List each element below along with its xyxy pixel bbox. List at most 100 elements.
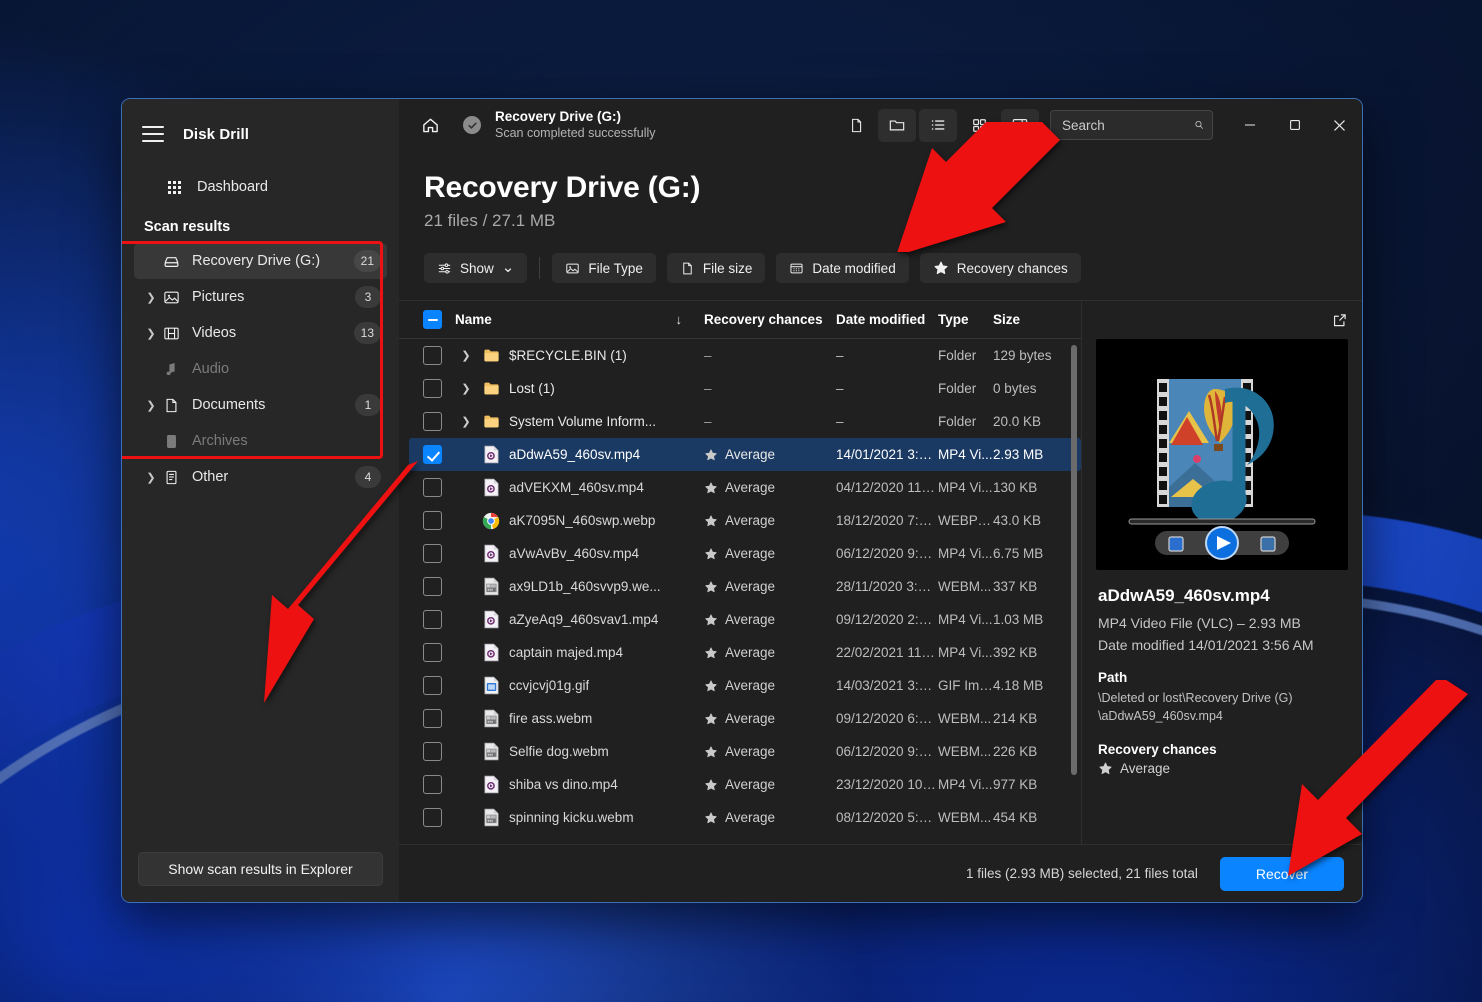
divider xyxy=(539,257,541,279)
table-row[interactable]: spinning kicku.webm Average 08/12/2020 5:1… xyxy=(409,801,1081,834)
table-row[interactable]: ❯ System Volume Inform... – – Folder 20.0 KB xyxy=(409,405,1081,438)
search-input[interactable] xyxy=(1062,117,1194,133)
file-type-filter-button[interactable]: File Type xyxy=(552,253,656,283)
file-size-filter-button[interactable]: File size xyxy=(666,253,766,283)
column-header-type[interactable]: Type xyxy=(938,312,993,327)
column-header-size[interactable]: Size xyxy=(993,312,1081,327)
select-all-checkbox-cell[interactable] xyxy=(409,310,455,329)
chevron-right-icon[interactable]: ❯ xyxy=(144,399,158,412)
row-checkbox-cell[interactable] xyxy=(409,511,455,530)
row-checkbox[interactable] xyxy=(422,445,442,464)
sidebar-item-pictures[interactable]: ❯ Pictures 3 xyxy=(134,279,387,315)
table-row[interactable]: ax9LD1b_460svvp9.we... Average 28/11/2020 … xyxy=(409,570,1081,603)
chevron-right-icon[interactable]: ❯ xyxy=(455,382,477,395)
document-icon xyxy=(158,397,184,414)
cell-size: 392 KB xyxy=(993,645,1038,660)
table-row[interactable]: fire ass.webm Average 09/12/2020 6:48... WE… xyxy=(409,702,1081,735)
row-checkbox[interactable] xyxy=(422,379,442,398)
row-checkbox-cell[interactable] xyxy=(409,445,455,464)
row-checkbox[interactable] xyxy=(422,544,442,563)
open-external-icon[interactable] xyxy=(1331,312,1348,329)
maximize-button[interactable] xyxy=(1272,103,1317,147)
close-button[interactable] xyxy=(1317,103,1362,147)
row-checkbox-cell[interactable] xyxy=(409,544,455,563)
row-checkbox-cell[interactable] xyxy=(409,775,455,794)
row-checkbox[interactable] xyxy=(422,742,442,761)
row-checkbox-cell[interactable] xyxy=(409,808,455,827)
chevron-right-icon[interactable]: ❯ xyxy=(144,327,158,340)
table-row[interactable]: ❯ $RECYCLE.BIN (1) – – Folder 129 bytes xyxy=(409,339,1081,372)
column-header-date-modified[interactable]: Date modified xyxy=(836,312,938,327)
row-checkbox[interactable] xyxy=(422,643,442,662)
row-checkbox[interactable] xyxy=(422,676,442,695)
chevron-right-icon[interactable]: ❯ xyxy=(455,415,477,428)
row-checkbox-cell[interactable] xyxy=(409,676,455,695)
sidebar-item-documents[interactable]: ❯ Documents 1 xyxy=(134,387,387,423)
row-checkbox[interactable] xyxy=(422,478,442,497)
chevron-right-icon[interactable]: ❯ xyxy=(455,349,477,362)
file-list-scrollbar[interactable] xyxy=(1071,345,1077,838)
row-checkbox-cell[interactable] xyxy=(409,577,455,596)
minimize-button[interactable] xyxy=(1227,103,1272,147)
row-checkbox[interactable] xyxy=(422,511,442,530)
preview-pane-icon[interactable] xyxy=(1001,108,1039,142)
folder-icon[interactable] xyxy=(878,108,916,142)
row-checkbox-cell[interactable] xyxy=(409,379,455,398)
sidebar-item-archives[interactable]: Archives xyxy=(134,423,387,459)
row-checkbox[interactable] xyxy=(422,775,442,794)
star-icon xyxy=(705,613,717,625)
scrollbar-thumb[interactable] xyxy=(1071,345,1077,775)
sidebar-item-audio[interactable]: Audio xyxy=(134,351,387,387)
row-checkbox[interactable] xyxy=(422,709,442,728)
chevron-right-icon[interactable]: ❯ xyxy=(144,471,158,484)
sidebar-item-recovery-drive[interactable]: Recovery Drive (G:) 21 xyxy=(134,243,387,279)
list-view-icon[interactable] xyxy=(919,108,957,142)
hamburger-icon[interactable] xyxy=(140,121,166,147)
table-row[interactable]: Selfie dog.webm Average 06/12/2020 9:52...… xyxy=(409,735,1081,768)
row-checkbox-cell[interactable] xyxy=(409,610,455,629)
recovery-chances-filter-button[interactable]: Recovery chances xyxy=(919,253,1081,283)
column-header-recovery-chances[interactable]: Recovery chances xyxy=(704,312,836,327)
page-subtitle: 21 files / 27.1 MB xyxy=(424,211,556,230)
row-checkbox[interactable] xyxy=(422,346,442,365)
column-header-name[interactable]: Name ↓ xyxy=(455,312,704,327)
date-modified-filter-button[interactable]: Date modified xyxy=(776,253,909,283)
row-checkbox-cell[interactable] xyxy=(409,742,455,761)
row-checkbox-cell[interactable] xyxy=(409,346,455,365)
film-icon xyxy=(158,325,184,342)
row-checkbox-cell[interactable] xyxy=(409,643,455,662)
row-checkbox-cell[interactable] xyxy=(409,709,455,728)
sidebar-item-videos[interactable]: ❯ Videos 13 xyxy=(134,315,387,351)
row-checkbox-cell[interactable] xyxy=(409,412,455,431)
table-row[interactable]: shiba vs dino.mp4 Average 23/12/2020 10:4.… xyxy=(409,768,1081,801)
show-scan-results-in-explorer-button[interactable]: Show scan results in Explorer xyxy=(138,852,383,886)
row-checkbox[interactable] xyxy=(422,412,442,431)
show-filter-button[interactable]: Show ⌄ xyxy=(424,253,528,283)
table-row[interactable]: adVEKXM_460sv.mp4 Average 04/12/2020 11:1.… xyxy=(409,471,1081,504)
row-checkbox[interactable] xyxy=(422,577,442,596)
table-row[interactable]: ccvjcvj01g.gif Average 14/03/2021 3:07... G… xyxy=(409,669,1081,702)
page-title: Recovery Drive (G:) xyxy=(424,171,701,204)
sidebar-item-other[interactable]: ❯ Other 4 xyxy=(134,459,387,495)
table-row[interactable]: ❯ Lost (1) – – Folder 0 bytes xyxy=(409,372,1081,405)
row-checkbox[interactable] xyxy=(422,808,442,827)
search-input-container[interactable] xyxy=(1050,110,1213,140)
preview-path-line-1: \Deleted or lost\Recovery Drive (G) xyxy=(1098,691,1293,705)
chevron-right-icon[interactable]: ❯ xyxy=(144,291,158,304)
picture-icon xyxy=(158,289,184,306)
table-row[interactable]: aDdwA59_460sv.mp4 Average 14/01/2021 3:56.… xyxy=(409,438,1081,471)
select-all-checkbox[interactable] xyxy=(422,310,442,329)
table-row[interactable]: aVwAvBv_460sv.mp4 Average 06/12/2020 9:55.… xyxy=(409,537,1081,570)
table-row[interactable]: aZyeAq9_460svav1.mp4 Average 09/12/2020 2:… xyxy=(409,603,1081,636)
sidebar-item-dashboard[interactable]: Dashboard xyxy=(134,171,387,203)
row-checkbox[interactable] xyxy=(422,610,442,629)
table-row[interactable]: aK7095N_460swp.webp Average 18/12/2020 7:4… xyxy=(409,504,1081,537)
new-file-icon[interactable] xyxy=(837,109,875,142)
table-row[interactable]: captain majed.mp4 Average 22/02/2021 11:3.… xyxy=(409,636,1081,669)
grid-view-icon[interactable] xyxy=(960,109,998,142)
row-checkbox-cell[interactable] xyxy=(409,478,455,497)
home-icon[interactable] xyxy=(413,108,447,142)
cell-type: Folder xyxy=(938,348,977,363)
bottom-bar: 1 files (2.93 MB) selected, 21 files tot… xyxy=(399,844,1362,902)
recover-button[interactable]: Recover xyxy=(1219,856,1344,891)
